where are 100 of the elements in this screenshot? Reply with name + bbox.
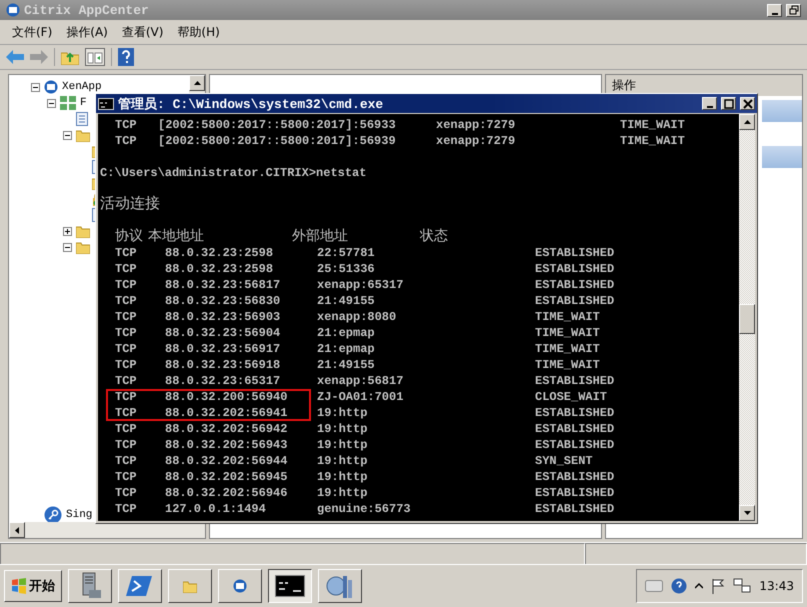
collapse-toggle[interactable] — [47, 98, 56, 108]
app-icon — [44, 80, 58, 94]
shell-icon — [126, 574, 154, 598]
folder-icon — [76, 224, 90, 238]
column-header: 状态 — [420, 229, 448, 245]
tree-item[interactable]: XenApp — [62, 81, 102, 93]
down-arrow-icon — [744, 511, 750, 515]
console-cell: 88.0.32.202:56946 — [165, 486, 288, 500]
console-cell: xenapp:7279 — [436, 118, 516, 132]
console-cell: 88.0.32.23:56830 — [165, 294, 280, 308]
close-button[interactable] — [740, 97, 755, 110]
tree-item[interactable]: Sing — [66, 509, 92, 521]
menu-item[interactable]: 操作(A) — [66, 24, 108, 40]
maximize-button[interactable] — [721, 97, 736, 110]
network-icon[interactable] — [733, 578, 752, 594]
up-arrow-icon — [744, 120, 750, 124]
scroll-down-button[interactable] — [739, 505, 755, 521]
console-cell: TCP — [115, 374, 137, 388]
document-icon — [76, 112, 88, 126]
console-icon — [98, 98, 114, 110]
panel-icon[interactable] — [85, 48, 105, 66]
console-cell: TIME_WAIT — [535, 326, 600, 340]
help-icon[interactable] — [671, 578, 688, 594]
console-cell: TCP — [115, 310, 137, 324]
console-cell: 88.0.32.23:56904 — [165, 326, 280, 340]
folder-icon — [76, 240, 90, 254]
console-cell: TCP — [115, 118, 137, 132]
console-cell: 19:http — [317, 470, 368, 484]
console-cell: TIME_WAIT — [535, 358, 600, 372]
console-cell: ESTABLISHED — [535, 438, 614, 452]
restore-button[interactable] — [786, 4, 801, 16]
menu-item[interactable]: 文件(F) — [12, 24, 52, 40]
console-cell: xenapp:65317 — [317, 278, 404, 292]
flag-icon[interactable] — [711, 578, 726, 594]
console-cell: 88.0.32.200:56940 — [165, 390, 288, 404]
console-cell: [2002:5800:2017::5800:2017]:56939 — [158, 134, 396, 148]
scroll-thumb[interactable] — [739, 304, 755, 334]
console-cell: TCP — [115, 486, 137, 500]
console-cell: 21:49155 — [317, 294, 375, 308]
console-cell: 127.0.0.1:1494 — [165, 502, 266, 516]
collapse-toggle[interactable] — [63, 242, 72, 252]
tiles-logo-icon — [11, 578, 27, 594]
expand-toggle[interactable] — [63, 226, 72, 236]
console-cell: TCP — [115, 390, 137, 404]
minimize-button[interactable] — [767, 4, 782, 16]
console-cell: TCP — [115, 470, 137, 484]
console-cell: 88.0.32.23:65317 — [165, 374, 280, 388]
console-cell: 19:http — [317, 438, 368, 452]
tree-item[interactable]: F — [80, 97, 87, 109]
scroll-up-button[interactable] — [739, 114, 755, 130]
console-cell: 88.0.32.202:56941 — [165, 406, 288, 420]
console-cell: ESTABLISHED — [535, 406, 614, 420]
console-cell: TCP — [115, 326, 137, 340]
console-cell: TCP — [115, 134, 137, 148]
console-cell: 19:http — [317, 422, 368, 436]
console-cell: 88.0.32.23:2598 — [165, 246, 274, 260]
console-cell: TIME_WAIT — [535, 310, 600, 324]
console-cell: 88.0.32.23:56918 — [165, 358, 280, 372]
chevron-icon[interactable] — [695, 582, 704, 590]
console-cell: ESTABLISHED — [535, 486, 614, 500]
console-cell: TCP — [115, 454, 137, 468]
console-heading: 活动连接 — [100, 197, 160, 213]
minimize-button[interactable] — [702, 97, 717, 110]
console-cell: TCP — [115, 278, 137, 292]
console-cell: TCP — [115, 358, 137, 372]
console-cell: ESTABLISHED — [535, 374, 614, 388]
console-cell: ESTABLISHED — [535, 422, 614, 436]
collapse-toggle[interactable] — [31, 82, 40, 92]
column-header: 协议 — [115, 229, 143, 245]
console-cell: 88.0.32.23:56817 — [165, 278, 280, 292]
console-cell: xenapp:8080 — [317, 310, 396, 324]
console-cell: CLOSE_WAIT — [535, 390, 608, 404]
app-icon — [233, 579, 247, 593]
maximize-icon — [724, 98, 734, 108]
console-cell: TCP — [115, 422, 137, 436]
console-cell: 19:http — [317, 486, 368, 500]
minimize-icon — [706, 106, 712, 108]
up-arrow-icon — [194, 81, 200, 85]
column-header: 本地地址 — [148, 229, 204, 245]
console-cell: 22:57781 — [317, 246, 375, 260]
taskbar-button[interactable] — [268, 569, 312, 603]
clock[interactable]: 13:43 — [759, 579, 794, 593]
console-cell: TCP — [115, 502, 137, 516]
menu-item[interactable]: 查看(V) — [122, 24, 164, 40]
console-cell: ESTABLISHED — [535, 246, 614, 260]
menu-item[interactable]: 帮助(H) — [177, 24, 220, 40]
scroll-up-button[interactable] — [189, 75, 205, 91]
keyboard-icon[interactable] — [645, 580, 664, 592]
console-cell: TCP — [115, 342, 137, 356]
console-cell: TIME_WAIT — [620, 134, 685, 148]
console-cell: TCP — [115, 406, 137, 420]
help-icon[interactable] — [118, 48, 134, 66]
console-cell: TCP — [115, 262, 137, 276]
scroll-left-button[interactable] — [9, 522, 25, 538]
collapse-toggle[interactable] — [63, 130, 72, 140]
console-cell: TCP — [115, 294, 137, 308]
console-title: 管理员: C:\Windows\system32\cmd.exe — [118, 96, 384, 112]
console-cell: 88.0.32.23:56903 — [165, 310, 280, 324]
start-button[interactable]: 开始 — [4, 570, 62, 602]
console-cell: ZJ-OA01:7001 — [317, 390, 404, 404]
